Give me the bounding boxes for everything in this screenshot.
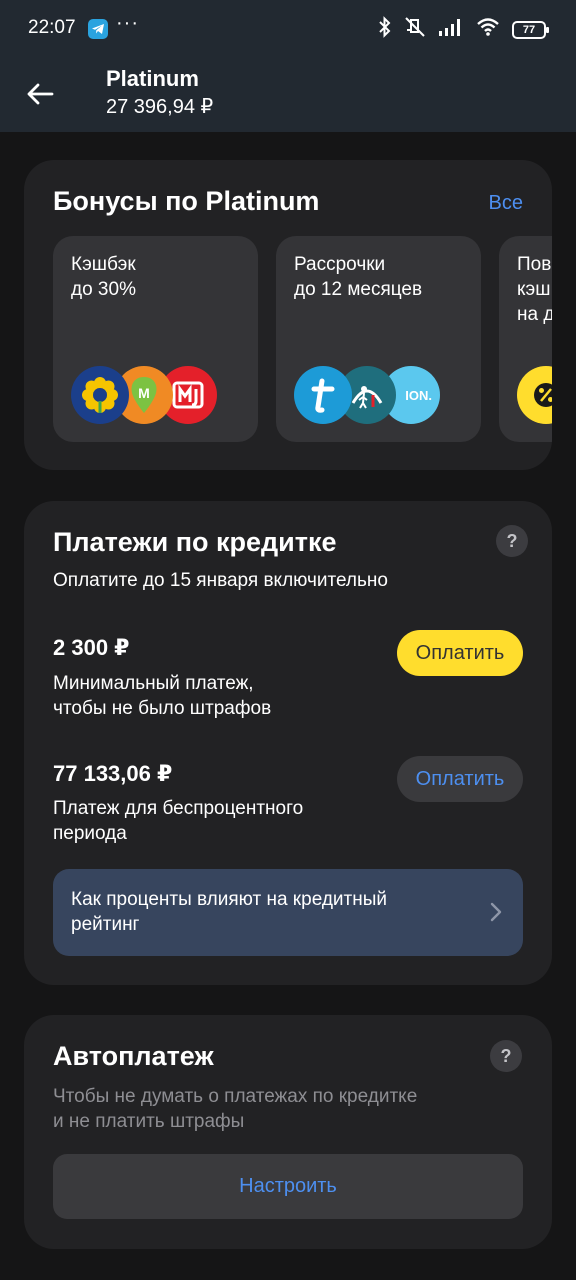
app-header: Platinum 27 396,94 ₽ xyxy=(0,56,576,132)
bonus-tile-cashback[interactable]: Кэшбэк до 30% M xyxy=(53,236,258,442)
partner-logos: M xyxy=(71,366,261,424)
bonus-tile-third[interactable]: Пов кэш на д xyxy=(499,236,552,442)
autopay-help-button[interactable]: ? xyxy=(490,1040,522,1072)
minimum-payment-amount: 2 300 ₽ xyxy=(53,635,130,660)
pay-minimum-button[interactable]: Оплатить xyxy=(397,630,523,676)
status-time: 22:07 xyxy=(28,17,76,38)
question-icon: ? xyxy=(500,1045,512,1066)
grace-payment-amount: 77 133,06 ₽ xyxy=(53,761,173,786)
bonuses-card: Бонусы по Platinum Все Кэшбэк до 30% M Р… xyxy=(24,160,552,470)
bonus-tile-text: Пов кэш на д xyxy=(517,254,552,325)
mute-icon xyxy=(404,16,426,43)
bonus-tile-text: Кэшбэк до 30% xyxy=(71,254,136,300)
bonus-tile-text: Рассрочки до 12 месяцев xyxy=(294,254,423,300)
partner-logos: ION. xyxy=(294,366,484,424)
grace-payment-desc: Платеж для беспроцентного периода xyxy=(53,798,304,844)
question-icon: ? xyxy=(506,530,518,551)
percent-logo xyxy=(517,366,552,424)
wifi-icon xyxy=(476,17,500,42)
account-balance: 27 396,94 ₽ xyxy=(106,96,214,118)
arrow-left-icon xyxy=(27,83,54,105)
page-title: Platinum xyxy=(106,66,199,91)
pay-full-button[interactable]: Оплатить xyxy=(397,756,523,802)
sunflower-logo xyxy=(71,366,129,424)
t-logo xyxy=(294,366,352,424)
bluetooth-icon xyxy=(378,16,392,43)
more-notifications-icon: ··· xyxy=(116,12,139,34)
payments-title: Платежи по кредитке xyxy=(53,527,337,557)
payments-help-button[interactable]: ? xyxy=(496,525,528,557)
battery-icon: 77 xyxy=(512,20,549,39)
chevron-right-icon xyxy=(490,902,502,922)
setup-autopay-button[interactable]: Настроить xyxy=(53,1154,523,1219)
back-button[interactable] xyxy=(22,76,58,112)
svg-text:M: M xyxy=(138,385,150,401)
signal-icon xyxy=(438,17,464,42)
credit-rating-text: Как проценты влияют на кредитный рейтинг xyxy=(71,889,388,935)
telegram-icon xyxy=(88,19,108,39)
credit-payments-card: Платежи по кредитке ? Оплатите до 15 янв… xyxy=(24,501,552,985)
bonus-tile-installments[interactable]: Рассрочки до 12 месяцев ION. xyxy=(276,236,481,442)
minimum-payment-desc: Минимальный платеж, чтобы не было штрафо… xyxy=(53,673,272,719)
payment-due-text: Оплатите до 15 января включительно xyxy=(53,570,388,591)
bonuses-all-link[interactable]: Все xyxy=(489,192,523,215)
partner-logos xyxy=(517,366,552,424)
credit-rating-link[interactable]: Как проценты влияют на кредитный рейтинг xyxy=(53,869,523,956)
bonuses-title: Бонусы по Platinum xyxy=(53,186,320,216)
bonus-tiles: Кэшбэк до 30% M Рассрочки до 12 месяцев xyxy=(53,236,552,442)
autopay-card: Автоплатеж ? Чтобы не думать о платежах … xyxy=(24,1015,552,1249)
autopay-title: Автоплатеж xyxy=(53,1041,214,1071)
autopay-desc: Чтобы не думать о платежах по кредитке и… xyxy=(53,1086,418,1132)
status-bar: 22:07 ··· 77 xyxy=(0,0,576,56)
